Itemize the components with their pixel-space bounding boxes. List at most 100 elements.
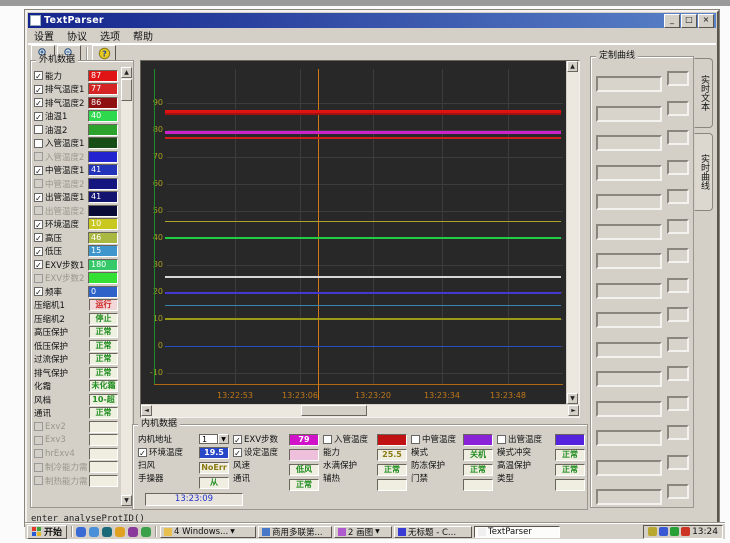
- checkbox[interactable]: ✓: [233, 448, 242, 457]
- custom-curve-value-field[interactable]: [667, 337, 689, 352]
- scroll-down-icon[interactable]: ▼: [121, 495, 132, 506]
- scrollbar-thumb[interactable]: [121, 79, 132, 101]
- checkbox[interactable]: [411, 435, 420, 444]
- taskbar-button[interactable]: 2 画图▼: [334, 526, 392, 538]
- custom-curve-value-field[interactable]: [667, 425, 689, 440]
- checkbox[interactable]: [34, 463, 43, 472]
- scroll-up-icon[interactable]: ▲: [567, 61, 578, 72]
- checkbox[interactable]: ✓: [34, 98, 43, 107]
- custom-curve-name-field[interactable]: [596, 76, 662, 92]
- checkbox[interactable]: ✓: [34, 247, 43, 256]
- checkbox[interactable]: [34, 152, 43, 161]
- checkbox[interactable]: ✓: [34, 112, 43, 121]
- custom-curve-value-field[interactable]: [667, 219, 689, 234]
- custom-curve-value-field[interactable]: [667, 130, 689, 145]
- taskbar-button[interactable]: 商用多联第...: [258, 526, 332, 538]
- custom-curve-name-field[interactable]: [596, 312, 662, 328]
- checkbox[interactable]: ✓: [34, 193, 43, 202]
- custom-curve-name-field[interactable]: [596, 194, 662, 210]
- close-button[interactable]: ×: [698, 14, 714, 28]
- checkbox[interactable]: [34, 179, 43, 188]
- side-tab[interactable]: 实时曲线: [694, 133, 713, 211]
- checkbox[interactable]: [34, 476, 43, 485]
- checkbox[interactable]: ✓: [34, 233, 43, 242]
- indoor-address-dropdown[interactable]: 1▼: [199, 434, 229, 444]
- chart-vscrollbar[interactable]: ▲ ▼: [567, 61, 579, 404]
- checkbox[interactable]: ✓: [34, 260, 43, 269]
- help-button[interactable]: ?: [92, 45, 116, 62]
- custom-curve-name-field[interactable]: [596, 342, 662, 358]
- maximize-button[interactable]: □: [681, 14, 697, 28]
- chart-hscrollbar[interactable]: ◄ ►: [141, 405, 579, 417]
- tray-icon[interactable]: [659, 527, 668, 536]
- custom-curve-name-field[interactable]: [596, 401, 662, 417]
- chart-plot[interactable]: 9080706050403020100-1013:22:5313:23:0613…: [141, 61, 566, 404]
- custom-curve-value-field[interactable]: [667, 366, 689, 381]
- custom-curve-value-field[interactable]: [667, 484, 689, 499]
- taskbar-button[interactable]: 4 Windows...▼: [160, 526, 256, 538]
- tray-clock[interactable]: 13:24: [692, 527, 718, 537]
- tray-icon[interactable]: [648, 527, 657, 536]
- menu-item[interactable]: 协议: [67, 28, 87, 43]
- custom-curve-name-field[interactable]: [596, 489, 662, 505]
- custom-curve-value-field[interactable]: [667, 455, 689, 470]
- outdoor-scrollbar[interactable]: ▲ ▼: [121, 67, 132, 506]
- custom-curve-name-field[interactable]: [596, 106, 662, 122]
- custom-curve-name-field[interactable]: [596, 135, 662, 151]
- checkbox[interactable]: [34, 436, 43, 445]
- checkbox[interactable]: [323, 435, 332, 444]
- checkbox[interactable]: [34, 125, 43, 134]
- checkbox[interactable]: ✓: [233, 435, 242, 444]
- minimize-button[interactable]: _: [664, 14, 680, 28]
- quick-launch-icon[interactable]: [76, 527, 86, 537]
- custom-curve-value-field[interactable]: [667, 189, 689, 204]
- custom-curve-value-field[interactable]: [667, 307, 689, 322]
- custom-curve-name-field[interactable]: [596, 224, 662, 240]
- custom-curve-name-field[interactable]: [596, 283, 662, 299]
- custom-curve-value-field[interactable]: [667, 71, 689, 86]
- time-cursor[interactable]: [318, 69, 319, 400]
- start-button[interactable]: 开始: [27, 525, 67, 539]
- tray-icon[interactable]: [670, 527, 679, 536]
- checkbox[interactable]: ✓: [34, 287, 43, 296]
- quick-launch-icon[interactable]: [102, 527, 112, 537]
- checkbox[interactable]: [34, 206, 43, 215]
- custom-curve-value-field[interactable]: [667, 396, 689, 411]
- custom-curve-value-field[interactable]: [667, 101, 689, 116]
- side-tab[interactable]: 实时文本: [694, 58, 713, 128]
- checkbox[interactable]: ✓: [138, 448, 147, 457]
- scroll-down-icon[interactable]: ▼: [567, 393, 578, 404]
- quick-launch-icon[interactable]: [89, 527, 99, 537]
- custom-curve-value-field[interactable]: [667, 248, 689, 263]
- checkbox[interactable]: [34, 422, 43, 431]
- custom-curve-name-field[interactable]: [596, 430, 662, 446]
- custom-curve-name-field[interactable]: [596, 371, 662, 387]
- custom-curve-name-field[interactable]: [596, 460, 662, 476]
- scroll-right-icon[interactable]: ►: [568, 405, 579, 416]
- taskbar-button[interactable]: TextParser: [474, 526, 560, 538]
- checkbox[interactable]: ✓: [34, 85, 43, 94]
- checkbox[interactable]: [497, 435, 506, 444]
- checkbox[interactable]: ✓: [34, 71, 43, 80]
- title-bar[interactable]: TextParser _ □ ×: [28, 13, 716, 28]
- custom-curve-name-field[interactable]: [596, 165, 662, 181]
- tray-icon[interactable]: [681, 527, 690, 536]
- custom-curve-value-field[interactable]: [667, 278, 689, 293]
- custom-curve-name-field[interactable]: [596, 253, 662, 269]
- menu-item[interactable]: 帮助: [133, 28, 153, 43]
- scroll-left-icon[interactable]: ◄: [141, 405, 152, 416]
- quick-launch-icon[interactable]: [128, 527, 138, 537]
- checkbox[interactable]: ✓: [34, 166, 43, 175]
- checkbox[interactable]: ✓: [34, 220, 43, 229]
- menu-item[interactable]: 设置: [34, 28, 54, 43]
- custom-curve-value-field[interactable]: [667, 160, 689, 175]
- scrollbar-thumb[interactable]: [301, 405, 367, 416]
- quick-launch-icon[interactable]: [115, 527, 125, 537]
- quick-launch-icon[interactable]: [141, 527, 151, 537]
- taskbar-button[interactable]: 无标题 - C...: [394, 526, 472, 538]
- checkbox[interactable]: [34, 139, 43, 148]
- checkbox[interactable]: [34, 274, 43, 283]
- checkbox[interactable]: [34, 449, 43, 458]
- scroll-up-icon[interactable]: ▲: [121, 67, 132, 78]
- menu-item[interactable]: 选项: [100, 28, 120, 43]
